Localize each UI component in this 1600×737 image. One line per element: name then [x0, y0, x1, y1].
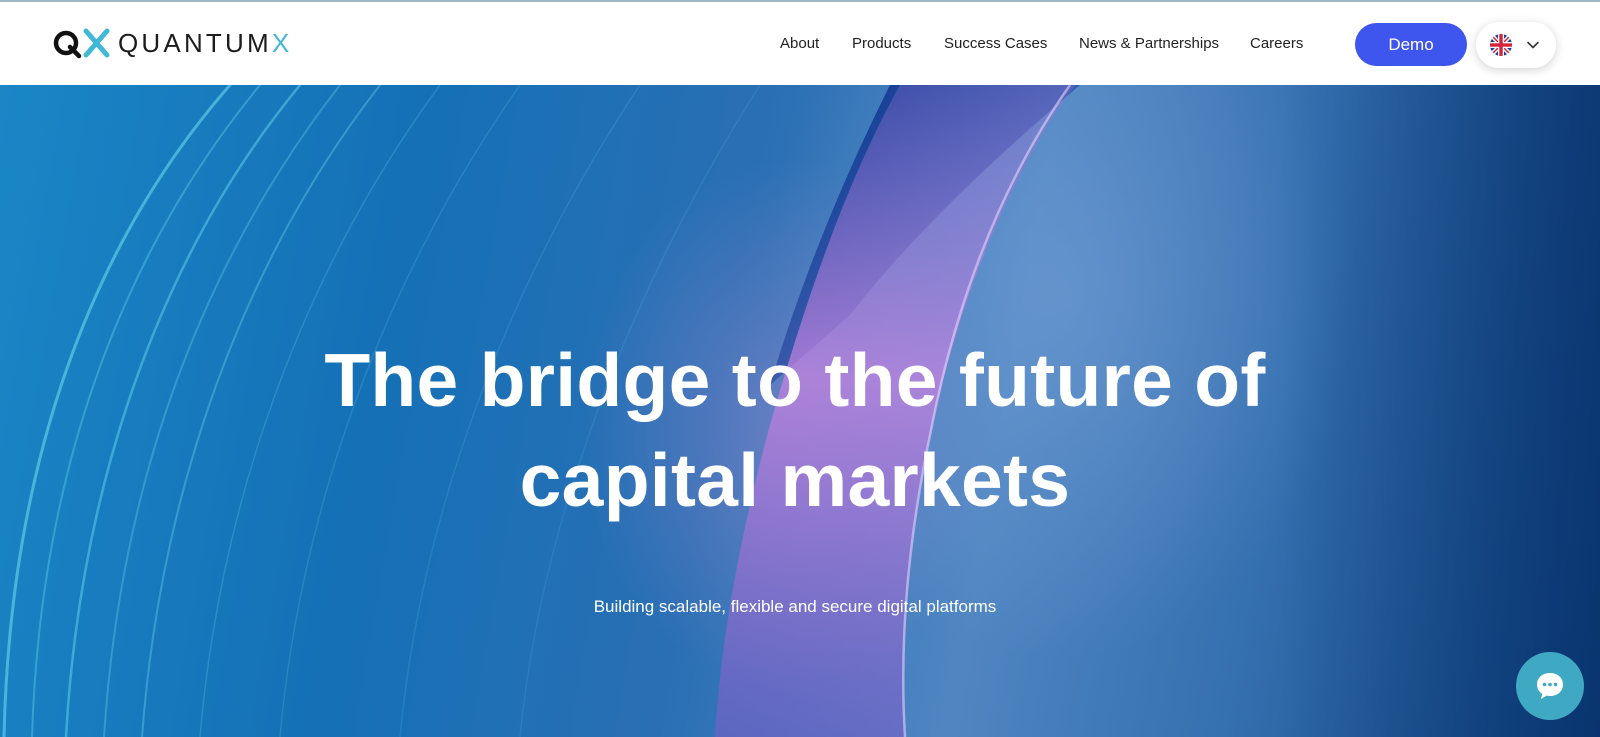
wordmark-accent: X	[271, 28, 293, 58]
chat-bubble-icon	[1537, 673, 1563, 699]
chevron-down-icon	[1527, 41, 1539, 49]
hero-subheadline: Building scalable, flexible and secure d…	[593, 597, 997, 616]
qx-logo-mark	[52, 25, 114, 61]
quantumx-logo[interactable]: QUANTUMX	[52, 25, 292, 61]
demo-button[interactable]: Demo	[1355, 23, 1467, 66]
language-selector[interactable]	[1476, 22, 1556, 68]
uk-flag-icon	[1490, 34, 1512, 56]
nav-products[interactable]: Products	[852, 34, 911, 54]
hero-headline-line-2: capital markets	[519, 438, 1071, 522]
quantumx-wordmark: QUANTUMX	[118, 25, 292, 61]
hero-section: The bridge to the future of capital mark…	[0, 85, 1600, 737]
nav-about[interactable]: About	[780, 34, 819, 54]
site-header: QUANTUMX About Products Success Cases Ne…	[0, 0, 1600, 85]
hero-headline-line-1: The bridge to the future of	[324, 338, 1266, 422]
nav-success-cases[interactable]: Success Cases	[944, 34, 1047, 54]
wordmark-main: QUANTUM	[118, 28, 272, 58]
nav-careers[interactable]: Careers	[1250, 34, 1303, 54]
nav-news-partnerships[interactable]: News & Partnerships	[1079, 34, 1219, 54]
chat-button[interactable]	[1516, 652, 1584, 720]
hero-headline: The bridge to the future of capital mark…	[200, 330, 1390, 530]
